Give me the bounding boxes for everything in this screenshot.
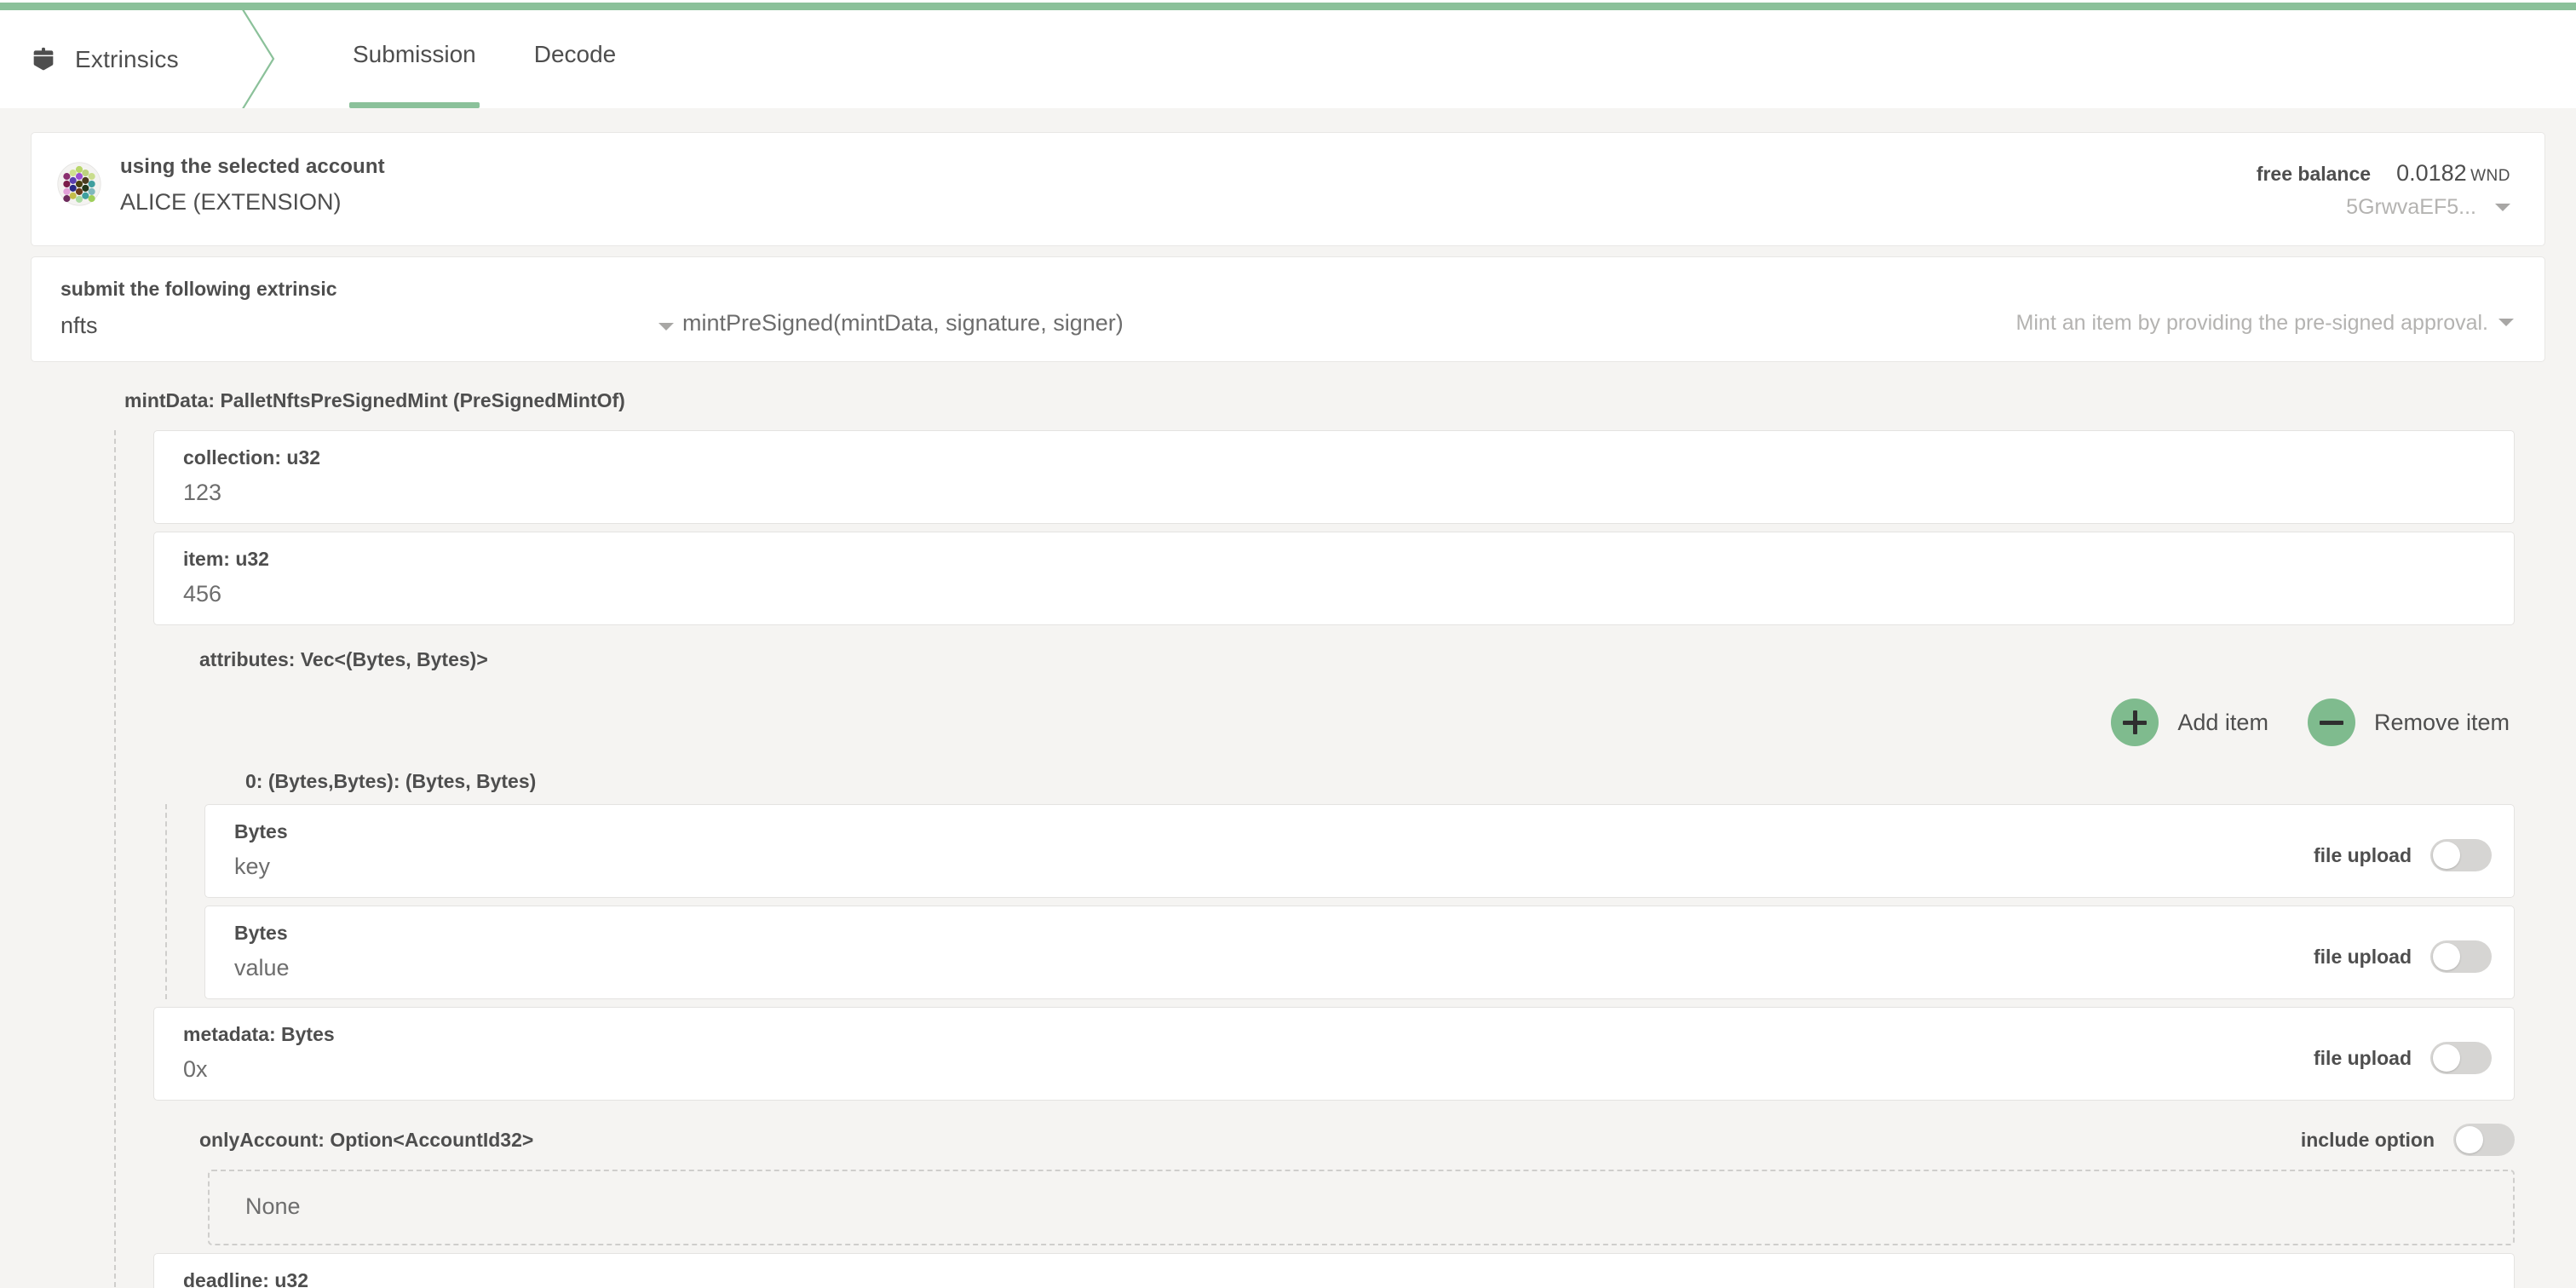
page-body: using the selected account ALICE (EXTENS… xyxy=(0,108,2576,1288)
field-metadata-label: metadata: Bytes xyxy=(183,1023,335,1045)
field-attribute-key-value[interactable]: key xyxy=(234,854,2314,880)
tab-decode-label: Decode xyxy=(533,41,617,67)
field-attribute-value-value[interactable]: value xyxy=(234,955,2314,981)
tab-submission[interactable]: Submission xyxy=(324,10,505,108)
mint-data-title: mintData: PalletNftsPreSignedMint (PreSi… xyxy=(124,389,625,411)
pallet-select[interactable]: submit the following extrinsic nfts xyxy=(60,278,682,339)
minus-icon xyxy=(2307,699,2355,746)
remove-item-label: Remove item xyxy=(2373,709,2510,735)
account-caption: using the selected account xyxy=(120,155,385,178)
attributes-actions: Add item Remove item xyxy=(116,676,2545,762)
file-upload-toggle[interactable] xyxy=(2430,839,2492,871)
method-signature: mintPreSigned(mintData, signature, signe… xyxy=(682,310,1124,336)
chevron-down-icon[interactable] xyxy=(2498,319,2514,326)
remove-item-button[interactable]: Remove item xyxy=(2307,699,2510,746)
extrinsic-caption: submit the following extrinsic xyxy=(60,278,337,300)
account-panel: using the selected account ALICE (EXTENS… xyxy=(31,132,2545,246)
attribute-entry-label: 0: (Bytes,Bytes): (Bytes, Bytes) xyxy=(245,770,537,792)
field-attribute-value-aux: file upload xyxy=(2314,922,2492,973)
tab-decode[interactable]: Decode xyxy=(505,10,646,108)
account-row: using the selected account ALICE (EXTENS… xyxy=(32,133,2544,245)
attribute-entry-group: Bytes key file upload Bytes value file u… xyxy=(165,804,2545,999)
params-area: mintData: PalletNftsPreSignedMint (PreSi… xyxy=(31,367,2545,1288)
field-metadata-value[interactable]: 0x xyxy=(183,1056,2314,1083)
plus-icon xyxy=(2111,699,2159,746)
account-text: using the selected account ALICE (EXTENS… xyxy=(120,155,385,216)
extrinsics-clipboard-icon xyxy=(29,45,58,74)
field-item[interactable]: item: u32 456 xyxy=(153,532,2515,625)
file-upload-label: file upload xyxy=(2314,945,2412,968)
field-attribute-key[interactable]: Bytes key file upload xyxy=(204,804,2515,898)
mint-data-group: collection: u32 123 item: u32 456 attrib… xyxy=(114,430,2545,1288)
field-deadline[interactable]: deadline: u32 0 xyxy=(153,1253,2515,1288)
field-item-value[interactable]: 456 xyxy=(183,581,2492,607)
only-account-value: None xyxy=(245,1193,301,1219)
tab-bar: Submission Decode xyxy=(324,10,645,108)
field-collection-label: collection: u32 xyxy=(183,446,321,469)
field-attribute-value[interactable]: Bytes value file upload xyxy=(204,906,2515,999)
extrinsic-selector-panel: submit the following extrinsic nfts mint… xyxy=(31,256,2545,362)
pallet-select-value: nfts xyxy=(60,313,98,338)
include-option-toggle[interactable] xyxy=(2453,1124,2515,1156)
balance-line: free balance 0.0182 WND xyxy=(2257,160,2510,187)
only-account-label-row: onlyAccount: Option<AccountId32> include… xyxy=(116,1108,2545,1161)
app-header: Extrinsics Submission Decode xyxy=(0,6,2576,112)
field-attribute-key-aux: file upload xyxy=(2314,820,2492,871)
method-select[interactable]: mintPreSigned(mintData, signature, signe… xyxy=(682,278,2519,336)
field-item-label: item: u32 xyxy=(183,548,269,570)
only-account-aux: include option xyxy=(2301,1124,2545,1156)
add-item-label: Add item xyxy=(2177,709,2268,735)
attributes-label-row: attributes: Vec<(Bytes, Bytes)> xyxy=(116,633,2545,676)
account-address-row[interactable]: 5GrwvaEF5... xyxy=(2257,195,2510,220)
file-upload-label: file upload xyxy=(2314,1046,2412,1069)
attributes-label: attributes: Vec<(Bytes, Bytes)> xyxy=(199,648,488,670)
balance-label: free balance xyxy=(2256,163,2372,185)
field-deadline-label: deadline: u32 xyxy=(183,1269,308,1288)
field-collection-value[interactable]: 123 xyxy=(183,480,2492,506)
balance-value: 0.0182 xyxy=(2396,160,2467,186)
balance-unit: WND xyxy=(2470,167,2510,185)
field-collection[interactable]: collection: u32 123 xyxy=(153,430,2515,524)
breadcrumb-chevron-icon xyxy=(217,6,319,112)
add-item-button[interactable]: Add item xyxy=(2111,699,2268,746)
account-address: 5GrwvaEF5... xyxy=(2346,195,2476,219)
include-option-label: include option xyxy=(2300,1128,2435,1151)
tab-active-underline xyxy=(349,102,480,108)
file-upload-toggle[interactable] xyxy=(2430,940,2492,973)
chevron-down-icon[interactable] xyxy=(658,323,674,331)
tab-submission-label: Submission xyxy=(353,41,476,67)
only-account-label: onlyAccount: Option<AccountId32> xyxy=(199,1128,534,1151)
top-accent-bar xyxy=(0,0,2576,10)
field-metadata[interactable]: metadata: Bytes 0x file upload xyxy=(153,1007,2515,1101)
balance-block: free balance 0.0182 WND 5GrwvaEF5... xyxy=(2257,155,2510,220)
field-metadata-aux: file upload xyxy=(2314,1023,2492,1074)
chevron-down-icon[interactable] xyxy=(2495,204,2510,211)
method-hint: Mint an item by providing the pre-signed… xyxy=(2015,311,2488,335)
file-upload-label: file upload xyxy=(2314,843,2412,866)
file-upload-toggle[interactable] xyxy=(2430,1042,2492,1074)
brand[interactable]: Extrinsics xyxy=(0,10,217,108)
avatar xyxy=(57,162,101,206)
only-account-none-box: None xyxy=(208,1170,2515,1245)
account-name[interactable]: ALICE (EXTENSION) xyxy=(120,189,385,216)
field-attribute-value-label: Bytes xyxy=(234,922,288,944)
field-attribute-key-label: Bytes xyxy=(234,820,288,842)
brand-label: Extrinsics xyxy=(75,45,179,72)
